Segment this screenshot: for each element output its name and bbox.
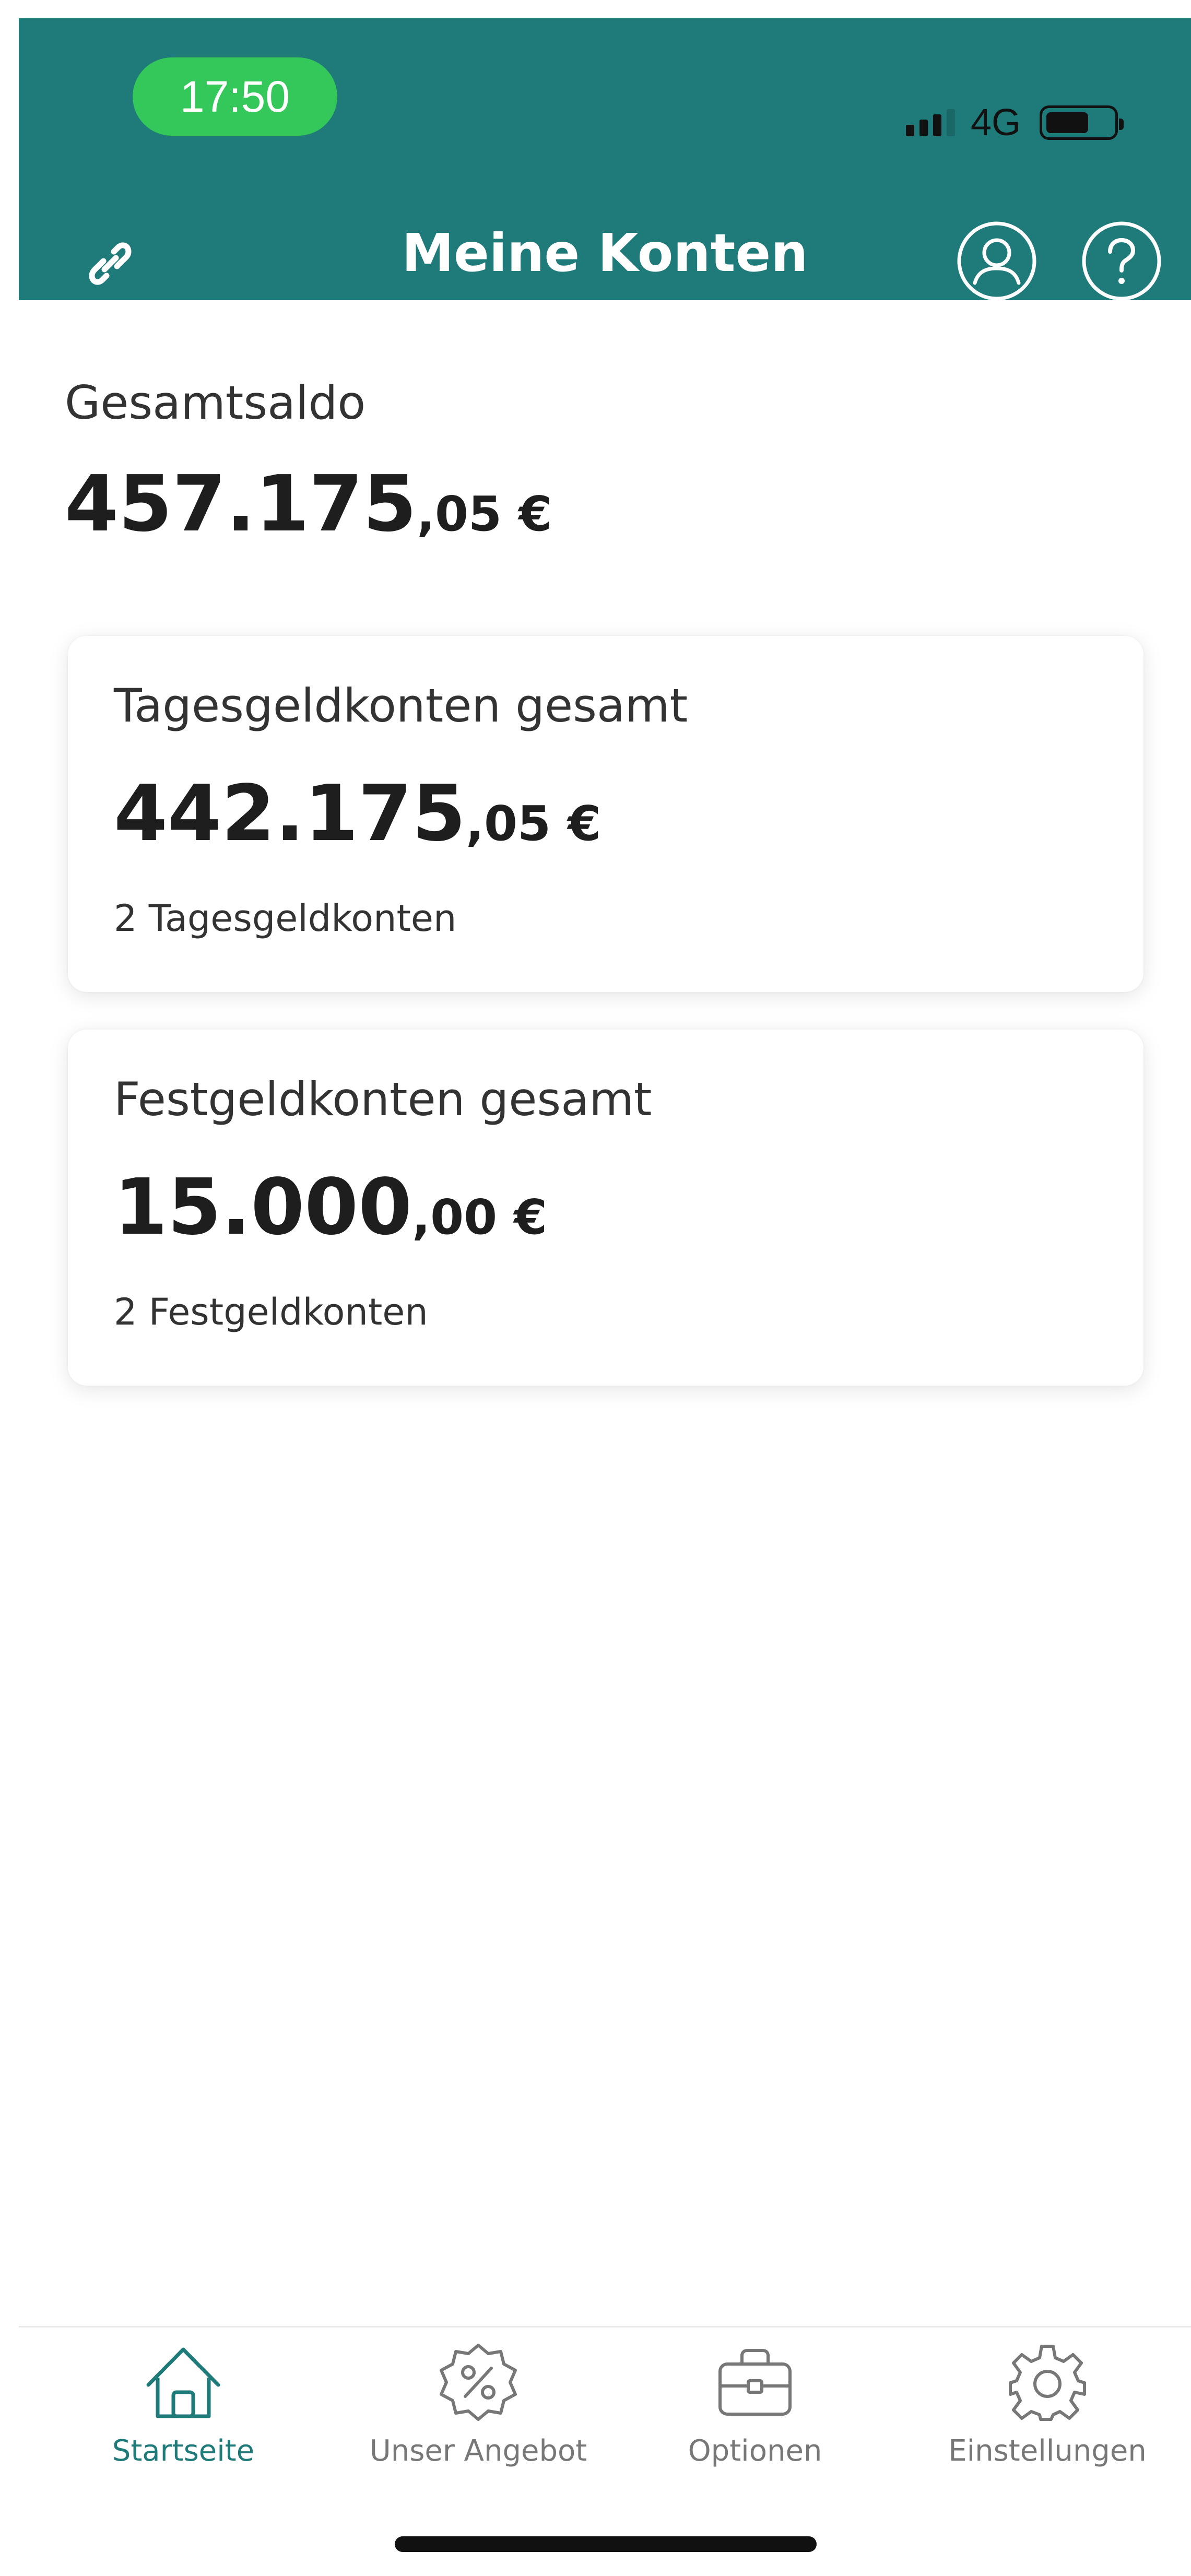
nav-label: Unser Angebot <box>369 2434 587 2468</box>
title-bar: Meine Konten <box>19 191 1191 305</box>
total-balance-cents: ,05 € <box>417 486 552 542</box>
total-balance-amount: 457.175,05 € <box>65 459 552 572</box>
nav-label: Einstellungen <box>948 2434 1147 2468</box>
home-indicator[interactable] <box>395 2536 817 2552</box>
percent-badge-icon <box>440 2344 517 2421</box>
nav-label: Startseite <box>112 2434 255 2468</box>
gear-icon <box>1009 2345 1086 2421</box>
bottom-navigation: Startseite Unser Angebot Optionen Einste… <box>19 2327 1191 2484</box>
signal-icon <box>905 109 955 136</box>
card-title: Festgeldkonten gesamt <box>114 1072 652 1126</box>
card-amount-cents: ,05 € <box>466 796 602 852</box>
battery-icon <box>1040 105 1124 140</box>
card-title: Tagesgeldkonten gesamt <box>114 679 688 732</box>
nav-item-einstellungen[interactable]: Einstellungen <box>917 2338 1178 2484</box>
nav-label: Optionen <box>688 2434 822 2468</box>
app-header: 17:50 4G Meine Konten <box>19 18 1191 301</box>
nav-item-unser-angebot[interactable]: Unser Angebot <box>348 2338 609 2484</box>
status-time: 17:50 <box>133 57 337 136</box>
card-festgeld[interactable]: Festgeldkonten gesamt 15.000,00 € 2 Fest… <box>68 1030 1143 1386</box>
card-amount: 15.000,00 € <box>114 1163 547 1275</box>
card-tagesgeld[interactable]: Tagesgeldkonten gesamt 442.175,05 € 2 Ta… <box>68 636 1143 992</box>
home-icon <box>146 2347 220 2418</box>
card-subtitle: 2 Festgeldkonten <box>114 1291 428 1333</box>
card-amount-main: 442.175 <box>114 769 466 858</box>
profile-button[interactable] <box>955 219 1039 303</box>
network-label: 4G <box>970 102 1021 144</box>
status-indicators: 4G <box>905 97 1124 149</box>
total-balance-main: 457.175 <box>65 459 417 549</box>
app-screen: 17:50 4G Meine Konten Gesamtsaldo 457.17… <box>0 0 1191 2576</box>
user-icon <box>957 221 1036 301</box>
nav-item-startseite[interactable]: Startseite <box>53 2338 314 2484</box>
help-button[interactable] <box>1080 219 1163 303</box>
card-amount-main: 15.000 <box>114 1162 412 1252</box>
briefcase-icon <box>718 2349 792 2416</box>
card-amount: 442.175,05 € <box>114 769 601 882</box>
question-icon <box>1082 221 1161 301</box>
card-amount-cents: ,00 € <box>412 1189 548 1245</box>
total-balance-label: Gesamtsaldo <box>65 376 366 430</box>
card-subtitle: 2 Tagesgeldkonten <box>114 897 457 940</box>
nav-item-optionen[interactable]: Optionen <box>624 2338 886 2484</box>
